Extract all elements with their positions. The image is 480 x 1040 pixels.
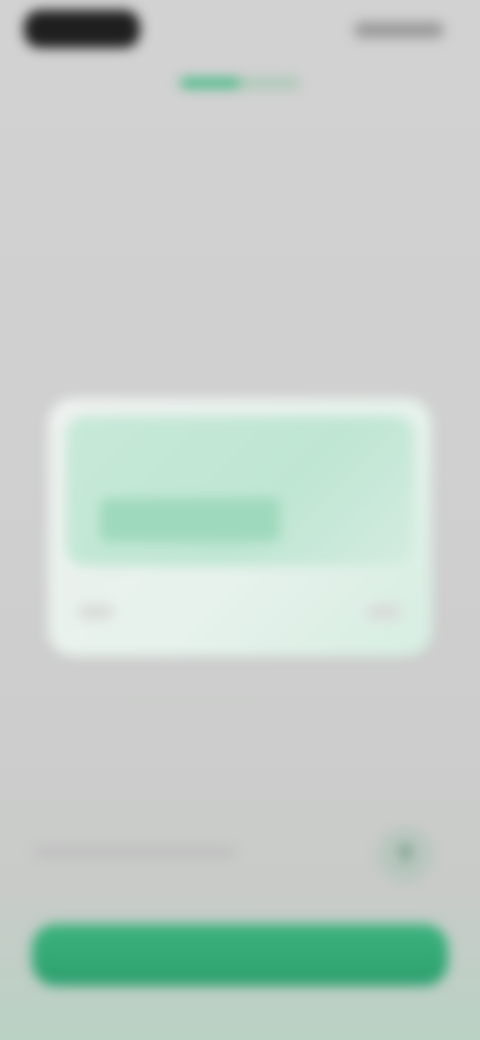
summary-card-amount <box>100 498 280 542</box>
continue-button[interactable] <box>32 924 448 986</box>
summary-card-action-right[interactable] <box>366 604 402 620</box>
summary-card-highlight <box>66 416 414 566</box>
footer-divider <box>34 848 234 856</box>
summary-card-action-left[interactable] <box>78 604 114 620</box>
onboarding-progress-fill <box>180 78 240 88</box>
onboarding-progress <box>180 78 300 88</box>
summary-card[interactable] <box>48 398 432 656</box>
status-indicators <box>354 22 444 38</box>
screen: ? <box>0 0 480 1040</box>
help-icon[interactable]: ? <box>378 828 432 882</box>
status-time <box>24 10 140 48</box>
summary-card-actions <box>78 592 402 632</box>
